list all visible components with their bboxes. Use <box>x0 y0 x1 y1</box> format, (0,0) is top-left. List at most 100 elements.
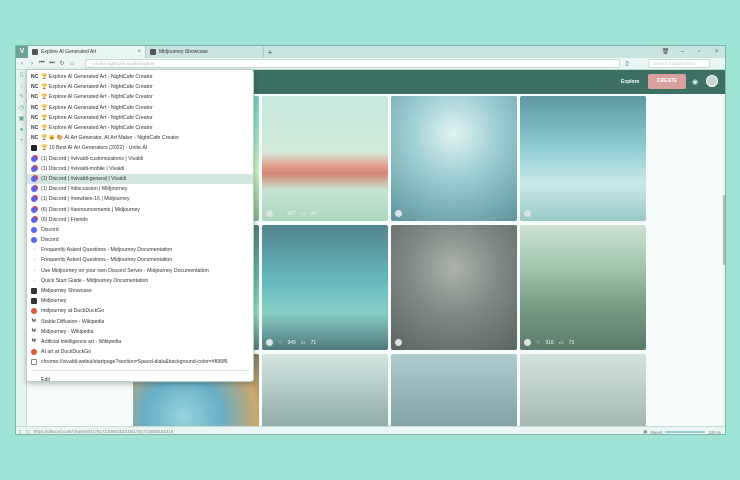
menu-item[interactable]: W Midjourney - Wikipedia <box>27 327 253 337</box>
image-icon[interactable]: ▣ <box>643 429 647 434</box>
menu-item-label: 🏆 😺 🎨 AI Art Generator, AI Art Maker - N… <box>41 135 180 142</box>
menu-item-label: (1) Discord | #vivaldi-customizations | … <box>41 155 144 162</box>
menu-item[interactable]: (1) Discord | #newbies-16 | Midjourney <box>27 194 253 204</box>
forward-icon[interactable]: › <box>29 61 35 67</box>
menu-item-label: 🏆 Explore AI Generated Art - NightCafe C… <box>41 104 153 111</box>
menu-item[interactable]: AI art at DuckDuckGo <box>27 347 253 357</box>
duckduckgo-icon <box>31 349 37 356</box>
explore-link[interactable]: Explore <box>621 79 639 85</box>
menu-item-label: Discord <box>41 226 59 233</box>
menu-item-label: Midjourney <box>41 298 67 305</box>
menu-item[interactable]: ◔ Frequently Asked Questions - Midjourney… <box>27 245 253 255</box>
menu-item-label: AI art at DuckDuckGo <box>41 349 92 356</box>
menu-item[interactable]: (6) Discord | Friends <box>27 215 253 225</box>
menu-item-label: Frequently Asked Questions - Midjourney … <box>41 257 173 264</box>
menu-item[interactable]: (1) Discord | #vivaldi-customizations | … <box>27 154 253 164</box>
discord-icon <box>31 216 37 223</box>
wikipedia-icon: W <box>31 328 37 334</box>
menu-item-label: (1) Discord | #newbies-16 | Midjourney <box>41 196 130 203</box>
menu-item[interactable]: W Artificial intelligence art - Wikipedia <box>27 337 253 347</box>
new-tab-button[interactable]: + <box>264 48 276 57</box>
close-icon[interactable]: × <box>137 49 141 55</box>
minimize-button[interactable]: – <box>674 46 691 58</box>
unite-icon <box>31 145 37 152</box>
menu-item[interactable]: (6) Discord | #announcements | Midjourne… <box>27 204 253 214</box>
midjourney-icon <box>31 298 37 305</box>
trash-icon[interactable]: 🗑 <box>657 46 674 58</box>
menu-item[interactable]: (1) Discord | #vivaldi-mobile | Vivaldi <box>27 164 253 174</box>
menu-item[interactable]: chrome://vivaldi-webui/startpage?section… <box>27 357 253 367</box>
tab-midjourney[interactable]: Midjourney Showcase <box>146 46 264 58</box>
nightcafe-icon: NC <box>31 104 39 111</box>
rewind-icon[interactable]: ⏮ <box>39 60 45 67</box>
bookmark-icon[interactable]: ▯ <box>624 60 630 67</box>
nightcafe-icon: NC <box>31 135 39 142</box>
menu-item[interactable]: 🏆 10 Best AI Art Generators (2022) - Uni… <box>27 143 253 153</box>
discord-icon[interactable]: ◉ <box>692 78 698 86</box>
menu-item[interactable]: W Stable Diffusion - Wikipedia <box>27 317 253 327</box>
menu-item[interactable]: NC 🏆 Explore AI Generated Art - NightCafe… <box>27 103 253 113</box>
nightcafe-icon: NC <box>31 84 39 91</box>
tab-explore[interactable]: Explore AI Generated Art × <box>28 46 146 58</box>
nightcafe-icon: NC <box>31 114 39 121</box>
menu-item-label: Midjourney - Wikipedia <box>41 328 94 335</box>
maximize-button[interactable]: ▫ <box>691 46 708 58</box>
menu-item-label: (6) Discord | Friends <box>41 216 88 223</box>
wikipedia-icon: W <box>31 318 37 324</box>
menu-item[interactable]: NC 🏆 Explore AI Generated Art - NightCafe… <box>27 72 253 82</box>
menu-item[interactable]: NC 🏆 😺 🎨 AI Art Generator, AI Art Maker -… <box>27 133 253 143</box>
zoom-slider[interactable] <box>665 431 706 433</box>
discord-icon <box>31 206 37 213</box>
menu-item-label: Frequently Asked Questions - Midjourney … <box>41 247 173 254</box>
panel-toggle-icon[interactable]: ▯ <box>19 429 21 435</box>
reset-zoom-button[interactable]: Reset <box>650 430 662 435</box>
menu-item-label: 🏆 10 Best AI Art Generators (2022) - Uni… <box>41 145 148 152</box>
menu-item[interactable]: ◔ Frequently Asked Questions - Midjourney… <box>27 255 253 265</box>
reload-icon[interactable]: ↻ <box>59 60 65 67</box>
tab-label: Midjourney Showcase <box>159 49 208 55</box>
menu-item-label: Discord <box>41 237 59 244</box>
discord-icon <box>31 175 37 182</box>
scrollbar-thumb[interactable] <box>723 195 725 265</box>
menu-item-label: (6) Discord | #announcements | Midjourne… <box>41 206 140 213</box>
back-icon[interactable]: ‹ <box>19 61 25 67</box>
menu-item[interactable]: NC 🏆 Explore AI Generated Art - NightCafe… <box>27 123 253 133</box>
menu-item[interactable]: ◔ Quick Start Guide - Midjourney Document… <box>27 276 253 286</box>
nightcafe-icon <box>32 49 38 55</box>
menu-item-label: chrome://vivaldi-webui/startpage?section… <box>41 359 228 366</box>
menu-item[interactable]: Midjourney Showcase <box>27 286 253 296</box>
menu-item[interactable]: (1) Discord | #vivaldi-general | Vivaldi <box>27 173 253 185</box>
nightcafe-icon: NC <box>31 74 39 81</box>
fast-forward-icon[interactable]: ⏭ <box>49 60 55 67</box>
menu-item[interactable]: NC 🏆 Explore AI Generated Art - NightCafe… <box>27 82 253 92</box>
discord-icon <box>31 186 37 193</box>
menu-item[interactable]: NC 🏆 Explore AI Generated Art - NightCafe… <box>27 113 253 123</box>
menu-item[interactable]: Midjourney <box>27 296 253 306</box>
url-field[interactable]: creator.nightcafe.studio/explore <box>85 59 620 68</box>
page-icon <box>31 359 37 366</box>
vivaldi-menu-icon[interactable]: V <box>16 46 28 58</box>
menu-item-label: Midjourney Showcase <box>41 288 92 295</box>
search-input[interactable]: Search DuckDuckGo <box>648 59 710 68</box>
nightcafe-icon: NC <box>31 94 39 101</box>
zoom-level: 100 % <box>708 429 721 435</box>
status-url: https://discord.com/channels/17517130801… <box>33 429 174 434</box>
menu-item[interactable]: Discord <box>27 225 253 235</box>
menu-item[interactable]: NC 🏆 Explore AI Generated Art - NightCafe… <box>27 92 253 102</box>
create-button[interactable]: CREATE <box>648 74 686 89</box>
home-icon[interactable]: ⌂ <box>69 61 75 67</box>
capture-icon[interactable]: ◫ <box>25 429 29 435</box>
menu-item[interactable]: ◔ Use Midjourney on your own Discord Serv… <box>27 266 253 276</box>
avatar[interactable] <box>706 75 718 87</box>
menu-item[interactable]: midjourney at DuckDuckGo <box>27 306 253 316</box>
tab-bar: V Explore AI Generated Art × Midjourney … <box>16 46 725 58</box>
scrollbar[interactable] <box>722 95 725 426</box>
close-window-button[interactable]: × <box>708 46 725 58</box>
midjourney-icon <box>31 288 37 295</box>
menu-item[interactable]: (1) Discord | #discussion | Midjourney <box>27 184 253 194</box>
menu-item[interactable]: Discord <box>27 235 253 245</box>
edit-menu-item[interactable]: Edit <box>27 374 253 384</box>
menu-item-label: (1) Discord | #vivaldi-general | Vivaldi <box>41 175 127 182</box>
wikipedia-icon: W <box>31 338 37 344</box>
menu-item-label: 🏆 Explore AI Generated Art - NightCafe C… <box>41 84 153 91</box>
